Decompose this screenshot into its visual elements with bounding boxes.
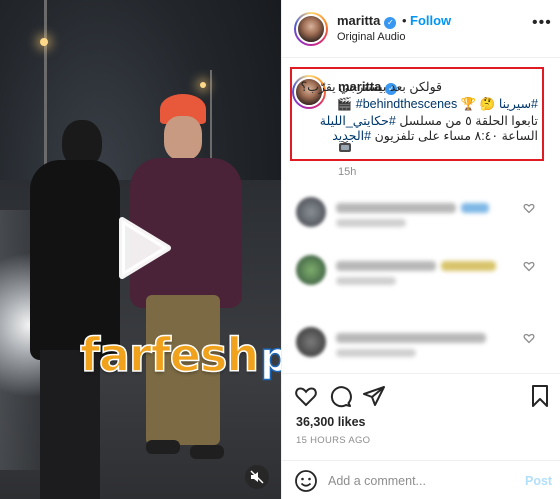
username-text[interactable]: maritta [337,13,380,28]
comment-meta-blurred [336,349,416,357]
comment-emoji-blurred [441,261,496,271]
caption-line-4: الساعة ٨:٤٠ مساء على تلفزيون #الجديد [332,128,538,143]
post-video[interactable]: farfesh plus.com [0,0,281,499]
posted-ago[interactable]: 15 HOURS AGO [296,435,370,446]
comment-meta-blurred [336,277,396,285]
add-comment-row: Post [282,460,560,499]
comment-like-icon[interactable] [523,331,535,344]
clapper-board-icon: 🎬 [336,97,353,111]
comment-row [296,327,536,361]
television-icon [338,140,352,152]
post-actions: 36,300 likes 15 HOURS AGO Post [282,373,560,499]
audio-label[interactable]: Original Audio [337,31,406,43]
watermark-part-2: plus.com [259,334,281,382]
comment-row [296,255,536,289]
post-time: 15h [338,166,357,178]
comment-meta-blurred [336,219,406,227]
muted-speaker-icon[interactable] [245,465,269,489]
comment-avatar[interactable] [296,327,326,357]
caption-line-3-text: تابعوا الحلقة ٥ من مسلسل [399,114,538,128]
emoji-icon[interactable] [294,469,318,493]
watermark-part-1: farfesh [79,327,260,383]
caption-line-1-text: قولكن بعد بيسترجي يقرّب؟ [300,80,442,94]
share-icon[interactable] [362,384,386,408]
post-button[interactable]: Post [525,474,552,488]
comment-like-icon[interactable] [523,201,535,214]
separator-dot: • [402,13,407,28]
hashtag-sirina[interactable]: #سيرينا [499,97,538,111]
comment-avatar[interactable] [296,255,326,285]
caption-line-1: قولكن بعد بيسترجي يقرّب؟ [301,79,442,94]
hashtag-hikayti-allayla[interactable]: #حكايتي_الليلة [320,114,396,128]
video-streetlight [40,38,48,46]
comment-mention-blurred [461,203,489,213]
comment-text-blurred [336,261,436,271]
more-options-icon[interactable]: ••• [532,14,552,32]
likes-count[interactable]: 36,300 likes [296,415,366,429]
comment-text-blurred [336,333,486,343]
header-username[interactable]: maritta ✓ [337,13,397,29]
comment-text-blurred [336,203,456,213]
comment-row [296,197,536,231]
hashtag-behindthescenes[interactable]: #behindthescenes [356,97,457,111]
comment-icon[interactable] [328,384,352,408]
video-streetlight-2 [200,82,206,88]
bookmark-icon[interactable] [528,384,552,408]
watermark: farfesh plus.com [79,327,281,383]
trophy-icon: 🏆 [460,97,477,111]
comment-like-icon[interactable] [523,259,535,272]
play-icon[interactable] [116,216,172,280]
avatar[interactable] [294,12,328,46]
heart-icon[interactable] [294,384,318,408]
comment-input[interactable] [328,469,518,493]
thinking-face-icon: 🤔 [479,97,496,111]
caption-line-4-text: الساعة ٨:٤٠ مساء على تلفزيون [374,129,538,143]
comment-avatar[interactable] [296,197,326,227]
caption-line-2: #سيرينا 🤔 🏆 #behindthescenes 🎬 [337,96,538,112]
caption-line-3: تابعوا الحلقة ٥ من مسلسل #حكايتي_الليلة [320,113,538,128]
post-header: maritta ✓ • Follow Original Audio ••• [282,0,560,58]
post-side-panel: maritta ✓ • Follow Original Audio ••• mar… [281,0,560,499]
follow-button[interactable]: Follow [410,13,451,28]
video-man-figure [22,120,120,499]
verified-badge-icon: ✓ [384,17,397,29]
